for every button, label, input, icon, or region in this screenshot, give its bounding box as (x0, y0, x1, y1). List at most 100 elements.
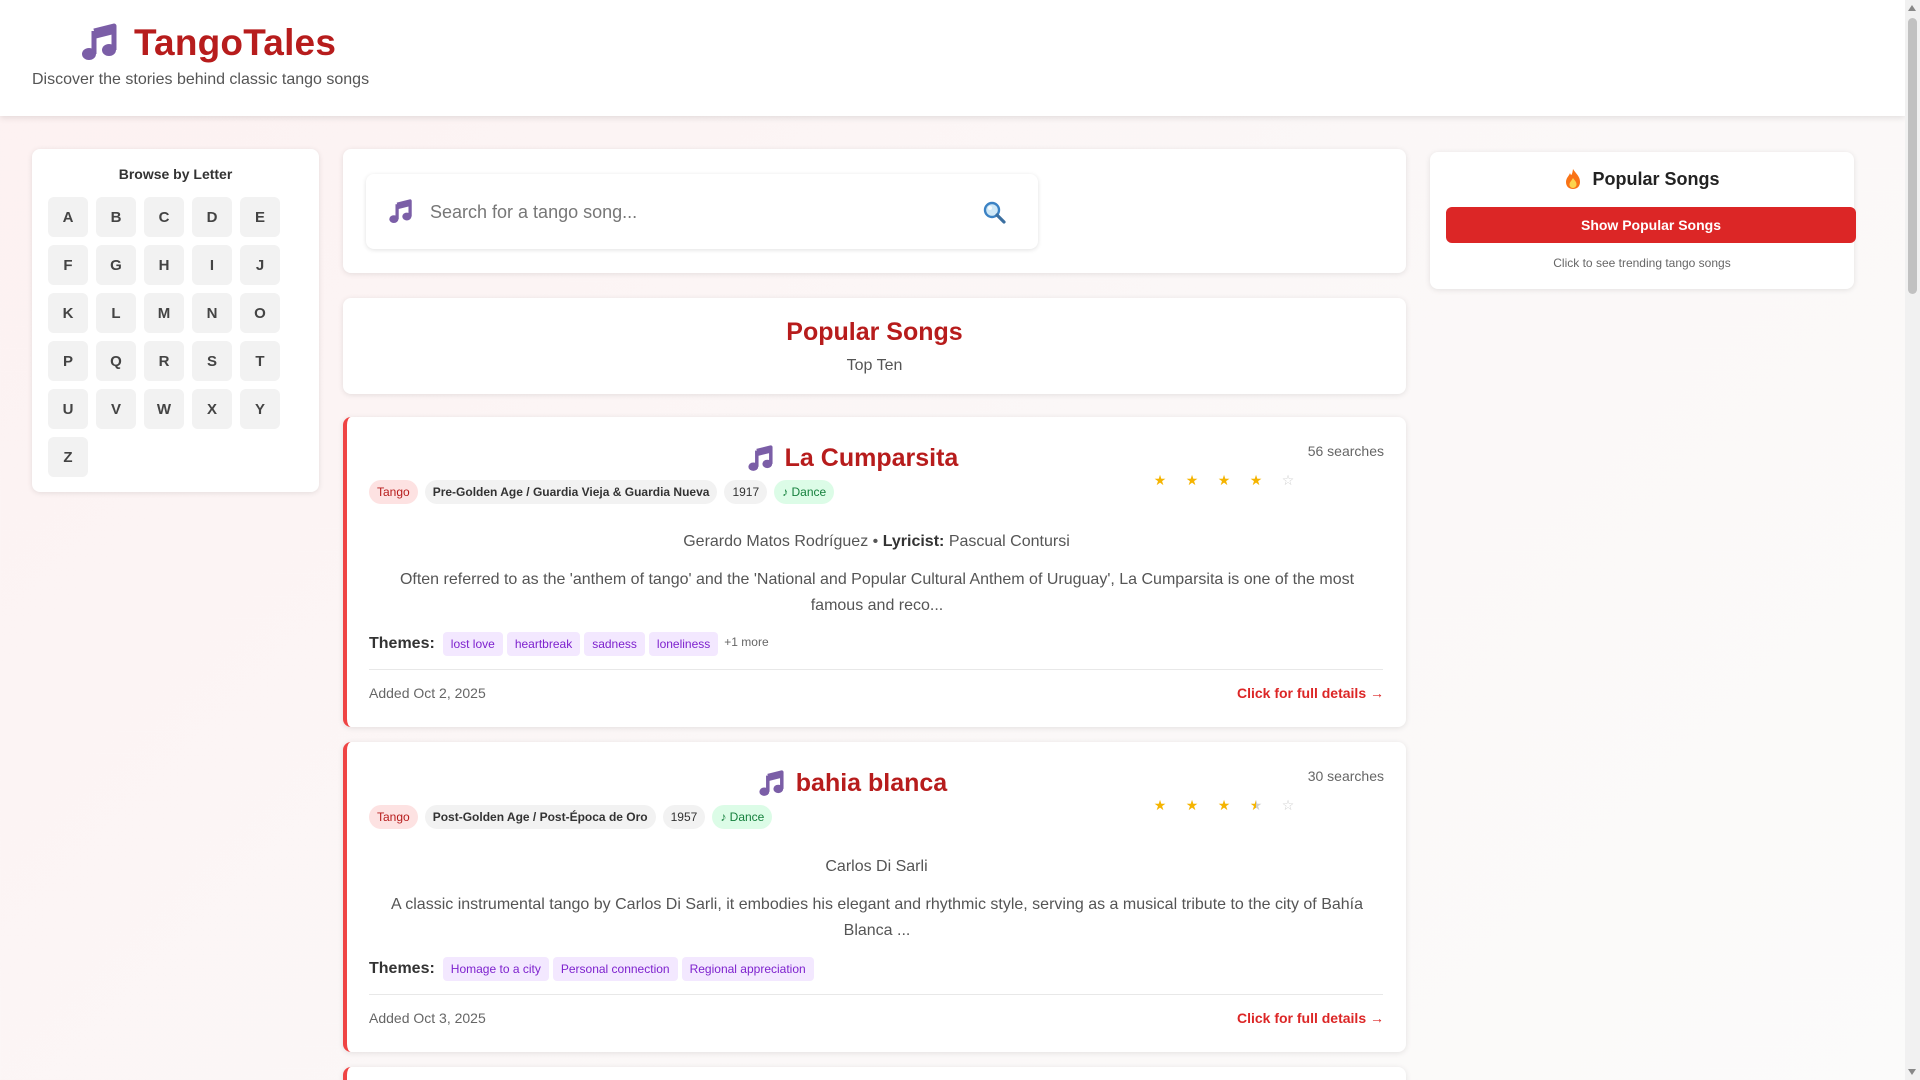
letter-button-l[interactable]: L (96, 293, 136, 333)
song-title-row: bahia blanca (347, 769, 1358, 798)
added-date: Added Oct 2, 2025 (369, 685, 486, 701)
song-themes: Themes: lost love heartbreak sadness lon… (369, 632, 769, 656)
song-title[interactable]: bahia blanca (796, 769, 947, 798)
app-tagline: Discover the stories behind classic tang… (32, 71, 370, 88)
letter-button-p[interactable]: P (48, 341, 88, 381)
popular-songs-hint: Click to see trending tango songs (1553, 256, 1731, 270)
music-note-icon (82, 23, 117, 60)
letter-button-z[interactable]: Z (48, 437, 88, 477)
star-full-icon: ★ (1249, 472, 1263, 488)
star-full-icon: ★ (1153, 797, 1167, 813)
song-tags: Tango Pre-Golden Age / Guardia Vieja & G… (369, 480, 841, 504)
theme-tag: loneliness (648, 632, 719, 656)
theme-tag: heartbreak (506, 632, 581, 656)
letter-button-w[interactable]: W (144, 389, 184, 429)
scroll-down-arrow-icon[interactable] (1908, 1069, 1916, 1075)
show-popular-songs-button[interactable]: Show Popular Songs (1446, 207, 1856, 243)
themes-label: Themes: (369, 635, 435, 652)
era-tag: Post-Golden Age / Post-Época de Oro (424, 805, 656, 829)
song-themes: Themes: Homage to a city Personal connec… (369, 957, 818, 981)
popular-songs-subtitle: Top Ten (846, 357, 903, 374)
letter-button-m[interactable]: M (144, 293, 184, 333)
song-card[interactable]: La Cumparsita 56 searches ★ ★ ★ ★ ☆ Tango Pr… (343, 417, 1406, 727)
letter-button-q[interactable]: Q (96, 341, 136, 381)
genre-tag: Tango (369, 805, 418, 829)
added-date: Added Oct 3, 2025 (369, 1010, 486, 1026)
letter-grid: ABCDE FGHIJ KLMNO PQRST UVWXY Z (48, 197, 280, 477)
more-themes[interactable]: +1 more (724, 635, 768, 649)
letter-button-g[interactable]: G (96, 245, 136, 285)
search-input[interactable] (430, 196, 960, 228)
browse-by-letter-title: Browse by Letter (118, 166, 233, 182)
popular-songs-header: Popular Songs Top Ten (343, 298, 1406, 394)
song-tags: Tango Post-Golden Age / Post-Época de Or… (369, 805, 779, 829)
song-title-row: La Cumparsita (347, 444, 1358, 473)
scrollbar-thumb[interactable] (1908, 18, 1917, 294)
search-box (366, 174, 1038, 249)
letter-button-f[interactable]: F (48, 245, 88, 285)
song-credits: Carlos Di Sarli (347, 858, 1406, 876)
lyricist: Pascual Contursi (948, 533, 1070, 550)
search-panel (343, 149, 1406, 273)
browse-by-letter-panel: Browse by Letter ABCDE FGHIJ KLMNO PQRST UVW… (32, 149, 319, 492)
brand[interactable]: TangoTales (80, 22, 336, 64)
dance-tag: ♪ Dance (774, 480, 835, 504)
letter-button-b[interactable]: B (96, 197, 136, 237)
letter-button-d[interactable]: D (192, 197, 232, 237)
music-note-icon (759, 769, 784, 796)
rating-stars: ★ ★ ★ ★ ☆ (1153, 473, 1313, 487)
song-card[interactable]: bahia blanca 30 searches ★ ★ ★ ★ ☆ Tango Pos… (343, 742, 1406, 1052)
letter-button-x[interactable]: X (192, 389, 232, 429)
composer: Gerardo Matos Rodríguez • (683, 533, 879, 550)
genre-tag: Tango (369, 480, 418, 504)
song-description: A classic instrumental tango by Carlos D… (391, 896, 1363, 939)
letter-button-c[interactable]: C (144, 197, 184, 237)
letter-button-i[interactable]: I (192, 245, 232, 285)
letter-button-r[interactable]: R (144, 341, 184, 381)
letter-button-u[interactable]: U (48, 389, 88, 429)
full-details-link[interactable]: Click for full details → (1237, 1010, 1384, 1026)
lyricist-label: Lyricist: (882, 533, 945, 550)
divider (369, 669, 1383, 670)
search-count: 30 searches (1307, 768, 1384, 784)
letter-button-s[interactable]: S (192, 341, 232, 381)
letter-button-v[interactable]: V (96, 389, 136, 429)
search-icon[interactable] (982, 200, 1006, 224)
letter-button-k[interactable]: K (48, 293, 88, 333)
popular-songs-panel-header: Popular Songs (1430, 168, 1854, 190)
divider (369, 994, 1383, 995)
theme-tag: Regional appreciation (681, 957, 814, 981)
song-card[interactable] (343, 1067, 1406, 1080)
letter-button-h[interactable]: H (144, 245, 184, 285)
letter-button-y[interactable]: Y (240, 389, 280, 429)
music-note-icon (748, 444, 773, 471)
page-scrollbar[interactable] (1905, 0, 1920, 1080)
song-title[interactable]: La Cumparsita (785, 444, 959, 473)
popular-songs-panel: Popular Songs Show Popular Songs Click t… (1430, 152, 1856, 289)
letter-button-j[interactable]: J (240, 245, 280, 285)
star-empty-icon: ☆ (1281, 797, 1295, 813)
star-half-icon: ★ (1249, 797, 1263, 813)
theme-tag: Personal connection (552, 957, 678, 981)
song-description: Often referred to as the 'anthem of tang… (399, 571, 1355, 614)
year-tag: 1957 (662, 805, 706, 829)
fire-icon (1566, 169, 1581, 189)
star-full-icon: ★ (1217, 797, 1231, 813)
rating-stars: ★ ★ ★ ★ ☆ (1153, 798, 1313, 812)
full-details-link[interactable]: Click for full details → (1237, 685, 1384, 701)
letter-button-a[interactable]: A (48, 197, 88, 237)
composer: Carlos Di Sarli (825, 858, 928, 875)
year-tag: 1917 (724, 480, 768, 504)
app-header: TangoTales Discover the stories behind c… (0, 0, 1905, 116)
app-title: TangoTales (134, 22, 337, 63)
song-credits: Gerardo Matos Rodríguez • Lyricist: Pasc… (347, 533, 1406, 551)
star-full-icon: ★ (1185, 472, 1199, 488)
letter-button-e[interactable]: E (240, 197, 280, 237)
letter-button-t[interactable]: T (240, 341, 280, 381)
era-tag: Pre-Golden Age / Guardia Vieja & Guardia… (424, 480, 718, 504)
scroll-up-arrow-icon[interactable] (1908, 5, 1916, 11)
popular-songs-title: Popular Songs (786, 318, 963, 346)
theme-tag: sadness (584, 632, 645, 656)
letter-button-o[interactable]: O (240, 293, 280, 333)
letter-button-n[interactable]: N (192, 293, 232, 333)
